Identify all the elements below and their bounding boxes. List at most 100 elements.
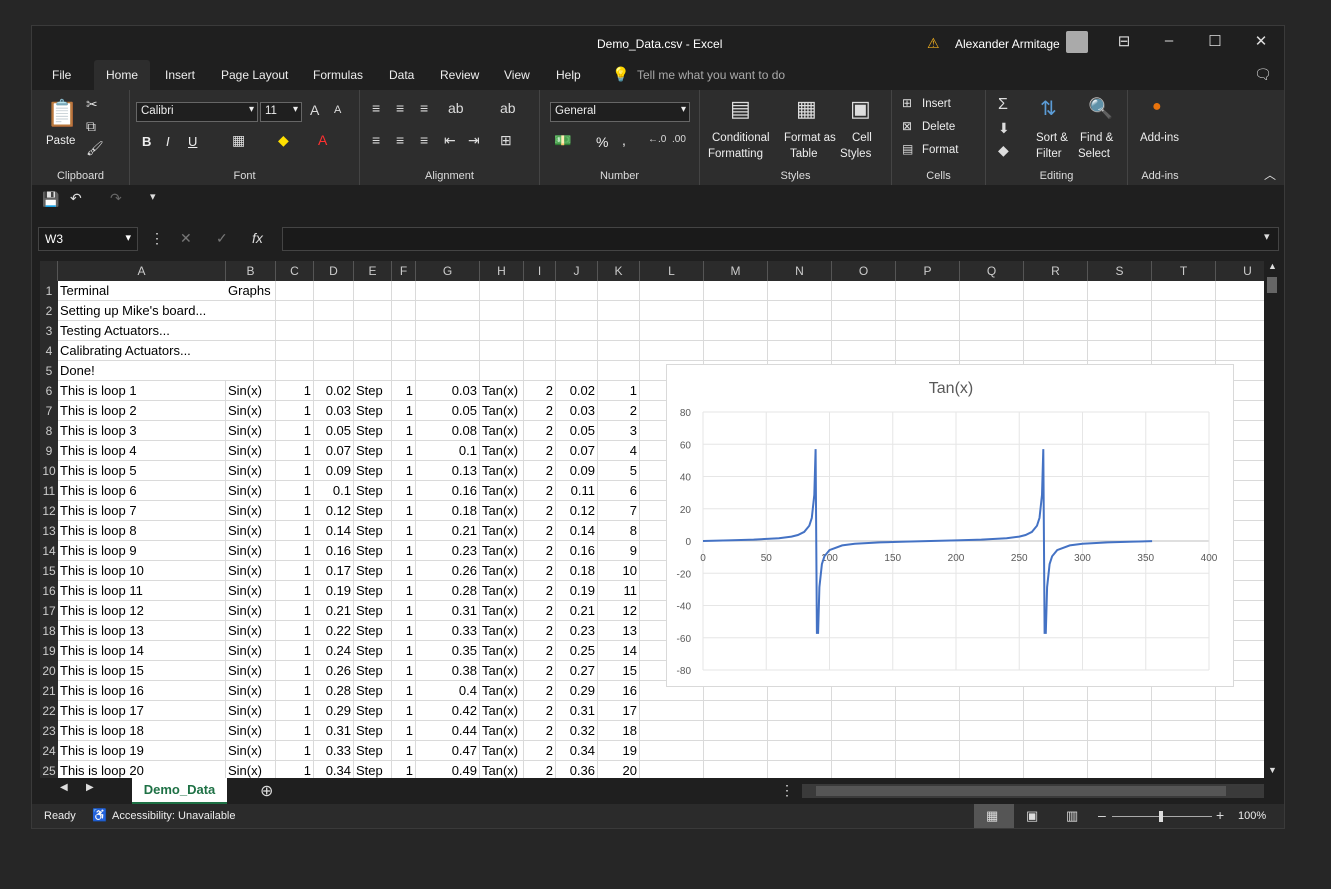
cancel-icon[interactable]: ✕	[180, 230, 192, 247]
cell[interactable]: 0.31	[416, 601, 480, 621]
find-select-label-2[interactable]: Select	[1078, 148, 1110, 160]
cell[interactable]: Sin(x)	[226, 661, 276, 681]
cell[interactable]: 0.05	[416, 401, 480, 421]
cell[interactable]: Step	[354, 481, 392, 501]
select-all-corner[interactable]	[40, 261, 58, 281]
cell[interactable]	[524, 281, 556, 301]
cell[interactable]	[832, 341, 896, 361]
cell[interactable]: Tan(x)	[480, 521, 524, 541]
cell[interactable]: Step	[354, 621, 392, 641]
conditional-formatting-label-2[interactable]: Formatting	[708, 148, 763, 160]
cell[interactable]: 1	[392, 381, 416, 401]
delete-cells-button[interactable]: Delete	[922, 121, 955, 133]
close-icon[interactable]: ✕	[1246, 32, 1276, 50]
cell[interactable]: Testing Actuators...	[58, 321, 226, 341]
cell[interactable]	[704, 301, 768, 321]
cell[interactable]: 1	[276, 441, 314, 461]
cell[interactable]	[354, 281, 392, 301]
row-header[interactable]: 14	[40, 541, 58, 561]
row-header[interactable]: 17	[40, 601, 58, 621]
autosum-icon[interactable]: Σ	[998, 96, 1008, 114]
align-middle-icon[interactable]: ≡	[396, 100, 404, 116]
cell[interactable]: 0.11	[556, 481, 598, 501]
cell[interactable]: 0.4	[416, 681, 480, 701]
cell[interactable]: 1	[392, 761, 416, 778]
cell[interactable]	[276, 321, 314, 341]
cell[interactable]: 1	[392, 661, 416, 681]
cell[interactable]	[896, 761, 960, 778]
cell[interactable]: Sin(x)	[226, 421, 276, 441]
cell[interactable]: Sin(x)	[226, 541, 276, 561]
cell[interactable]	[1152, 701, 1216, 721]
cell[interactable]	[480, 281, 524, 301]
cell[interactable]	[354, 301, 392, 321]
cell[interactable]: 0.26	[314, 661, 354, 681]
cell[interactable]: 1	[392, 581, 416, 601]
cell[interactable]: 0.18	[416, 501, 480, 521]
cell[interactable]: 1	[276, 601, 314, 621]
row-header[interactable]: 5	[40, 361, 58, 381]
cell[interactable]	[1216, 761, 1264, 778]
cell[interactable]: Tan(x)	[480, 661, 524, 681]
cell[interactable]: Sin(x)	[226, 761, 276, 778]
cell[interactable]: 18	[598, 721, 640, 741]
warning-icon[interactable]: ⚠	[927, 35, 940, 52]
more-sheets-icon[interactable]: ⋮	[780, 782, 794, 799]
cell[interactable]: 0.07	[314, 441, 354, 461]
align-top-icon[interactable]: ≡	[372, 100, 380, 116]
redo-icon[interactable]: ↷	[110, 190, 122, 207]
cell[interactable]: 2	[524, 681, 556, 701]
cell[interactable]: 2	[524, 761, 556, 778]
cell[interactable]	[1152, 721, 1216, 741]
column-header-g[interactable]: G	[416, 261, 480, 281]
cell[interactable]: 2	[598, 401, 640, 421]
cell[interactable]	[354, 341, 392, 361]
cell[interactable]: 1	[276, 401, 314, 421]
cell[interactable]: 0.34	[556, 741, 598, 761]
cell[interactable]: 16	[598, 681, 640, 701]
cell[interactable]: Step	[354, 741, 392, 761]
cell[interactable]	[768, 741, 832, 761]
prev-sheet-icon[interactable]: ◀	[60, 782, 68, 793]
cell[interactable]: Step	[354, 561, 392, 581]
wrap-text-icon[interactable]: ab	[500, 100, 516, 116]
cell[interactable]	[1152, 301, 1216, 321]
cell[interactable]: 2	[524, 441, 556, 461]
column-header-t[interactable]: T	[1152, 261, 1216, 281]
cell[interactable]: This is loop 11	[58, 581, 226, 601]
row-header[interactable]: 23	[40, 721, 58, 741]
cell[interactable]: This is loop 13	[58, 621, 226, 641]
column-header-e[interactable]: E	[354, 261, 392, 281]
cell[interactable]	[314, 361, 354, 381]
format-as-table-icon[interactable]: ▦	[796, 96, 817, 122]
align-bottom-icon[interactable]: ≡	[420, 100, 428, 116]
zoom-in-icon[interactable]: +	[1216, 807, 1224, 823]
cell[interactable]: This is loop 10	[58, 561, 226, 581]
cell[interactable]	[640, 721, 704, 741]
cell[interactable]: 2	[524, 641, 556, 661]
conditional-formatting-label[interactable]: Conditional	[712, 132, 770, 144]
row-header[interactable]: 13	[40, 521, 58, 541]
cell[interactable]: Step	[354, 661, 392, 681]
cell[interactable]: 1	[276, 621, 314, 641]
cell[interactable]	[314, 321, 354, 341]
scroll-up-icon[interactable]: ▲	[1268, 261, 1277, 271]
cell[interactable]: 0.07	[556, 441, 598, 461]
cell[interactable]	[704, 701, 768, 721]
minimize-icon[interactable]: –	[1154, 32, 1184, 49]
horizontal-scrollbar[interactable]	[802, 784, 1264, 798]
page-layout-icon[interactable]: ▣	[1026, 808, 1038, 824]
cell[interactable]: 0.33	[416, 621, 480, 641]
insert-cells-button[interactable]: Insert	[922, 98, 951, 110]
cell[interactable]: 2	[524, 541, 556, 561]
cell[interactable]: Setting up Mike's board...	[58, 301, 226, 321]
accessibility-status[interactable]: Accessibility: Unavailable	[112, 810, 236, 822]
cell[interactable]: Sin(x)	[226, 701, 276, 721]
maximize-icon[interactable]: ☐	[1200, 32, 1230, 50]
cell[interactable]: 0.19	[556, 581, 598, 601]
tab-help[interactable]: Help	[556, 68, 581, 82]
cell[interactable]	[960, 761, 1024, 778]
column-header-k[interactable]: K	[598, 261, 640, 281]
cell[interactable]: Tan(x)	[480, 601, 524, 621]
cell[interactable]	[480, 301, 524, 321]
